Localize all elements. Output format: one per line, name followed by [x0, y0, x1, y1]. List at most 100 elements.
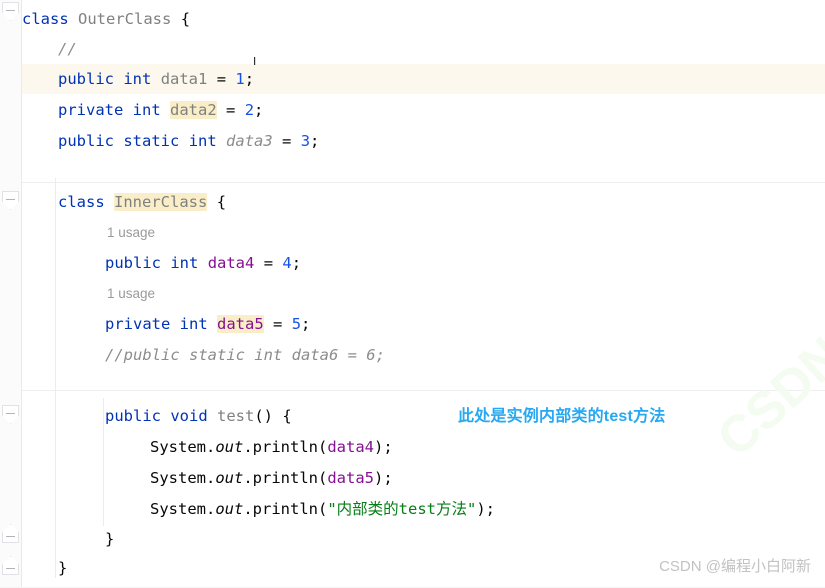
code-token: public — [105, 407, 161, 425]
code-token: out — [215, 469, 244, 487]
code-token: private — [105, 315, 171, 333]
code-token: = — [207, 70, 236, 88]
text-cursor-icon: I — [253, 55, 257, 68]
code-token: class — [22, 10, 69, 28]
code-token: 2 — [244, 101, 255, 119]
code-token: 1 — [235, 70, 245, 88]
code-token: ); — [374, 469, 393, 487]
code-token: static — [123, 132, 180, 150]
code-token: data1 — [160, 70, 208, 88]
code-token: } — [58, 559, 68, 577]
code-token: . — [206, 469, 216, 487]
code-token: int — [123, 70, 152, 88]
code-token: class — [58, 193, 105, 211]
code-token: data5 — [217, 315, 264, 333]
code-token: ; — [310, 132, 320, 150]
code-token: int — [170, 254, 199, 272]
code-token: System — [150, 438, 206, 456]
fold-dash-icon — [6, 536, 15, 537]
code-token: public — [105, 254, 161, 272]
code-token: "内部类的test方法" — [327, 500, 477, 518]
code-token: .println( — [243, 438, 328, 456]
code-token: out — [215, 500, 244, 518]
code-token: void — [170, 407, 208, 425]
code-token: . — [206, 438, 216, 456]
code-token: data3 — [226, 132, 273, 150]
line-println-data4[interactable]: System.out.println(data4); — [0, 432, 393, 462]
code-token: private — [58, 101, 124, 119]
code-token: test — [217, 407, 255, 425]
code-token: data2 — [170, 101, 217, 119]
code-token: System — [150, 500, 206, 518]
code-token: InnerClass — [114, 193, 208, 211]
code-token: out — [215, 438, 244, 456]
code-token: () { — [254, 407, 292, 425]
code-token: = — [272, 132, 301, 150]
line-comment-data6[interactable]: //public static int data6 = 6; — [0, 340, 385, 370]
code-token: ; — [291, 254, 302, 272]
code-token: . — [206, 500, 216, 518]
code-token: 5 — [291, 315, 302, 333]
line-field-data1[interactable]: public int data1 = 1; — [0, 64, 254, 94]
code-token: 3 — [300, 132, 311, 150]
line-println-data5[interactable]: System.out.println(data5); — [0, 463, 393, 493]
code-token: .println( — [243, 469, 328, 487]
line-println-string[interactable]: System.out.println("内部类的test方法"); — [0, 494, 495, 524]
credit-watermark: CSDN @编程小白阿新 — [659, 558, 811, 575]
code-token: // — [58, 40, 77, 58]
code-token: int — [132, 101, 161, 119]
code-token: .println( — [243, 500, 328, 518]
code-token: ; — [244, 70, 255, 88]
code-token: System — [150, 469, 206, 487]
code-editor[interactable]: CSDN class OuterClass {//public int data… — [0, 0, 825, 588]
code-token: OuterClass — [78, 10, 172, 28]
usage-hint-data4[interactable]: 1 usage — [0, 218, 155, 248]
fold-dash-icon — [6, 568, 15, 569]
line-class-outerclass[interactable]: class OuterClass { — [0, 4, 190, 34]
usage-hint-data5[interactable]: 1 usage — [0, 279, 155, 309]
code-token: 4 — [282, 254, 292, 272]
code-token: = — [216, 101, 245, 119]
code-token: { — [180, 10, 191, 28]
code-token: = — [263, 315, 292, 333]
line-class-innerclass[interactable]: class InnerClass { — [0, 187, 226, 217]
code-token: public — [58, 70, 114, 88]
line-method-test-signature[interactable]: public void test() { — [0, 401, 292, 431]
code-token: { — [216, 193, 227, 211]
code-token: public — [58, 132, 114, 150]
code-token: int — [179, 315, 208, 333]
fold-dash-icon — [6, 10, 15, 11]
code-token: = — [254, 254, 283, 272]
code-token: ; — [301, 315, 311, 333]
code-token: data5 — [327, 469, 375, 487]
line-field-data4[interactable]: public int data4 = 4; — [0, 248, 301, 278]
line-field-data3[interactable]: public static int data3 = 3; — [0, 126, 319, 156]
code-content[interactable]: class OuterClass { // public int data1 = 1… — [0, 0, 825, 588]
fold-dash-icon — [6, 413, 15, 414]
code-token: int — [188, 132, 217, 150]
line-empty-comment[interactable]: // — [0, 34, 77, 64]
code-token: ); — [476, 500, 496, 518]
line-field-data2[interactable]: private int data2 = 2; — [0, 95, 263, 125]
line-field-data5[interactable]: private int data5 = 5; — [0, 309, 310, 339]
fold-dash-icon — [6, 199, 15, 200]
code-token: ); — [374, 438, 393, 456]
code-token: } — [105, 530, 115, 548]
code-token: data4 — [327, 438, 375, 456]
annotation-label: 此处是实例内部类的test方法 — [458, 408, 666, 425]
